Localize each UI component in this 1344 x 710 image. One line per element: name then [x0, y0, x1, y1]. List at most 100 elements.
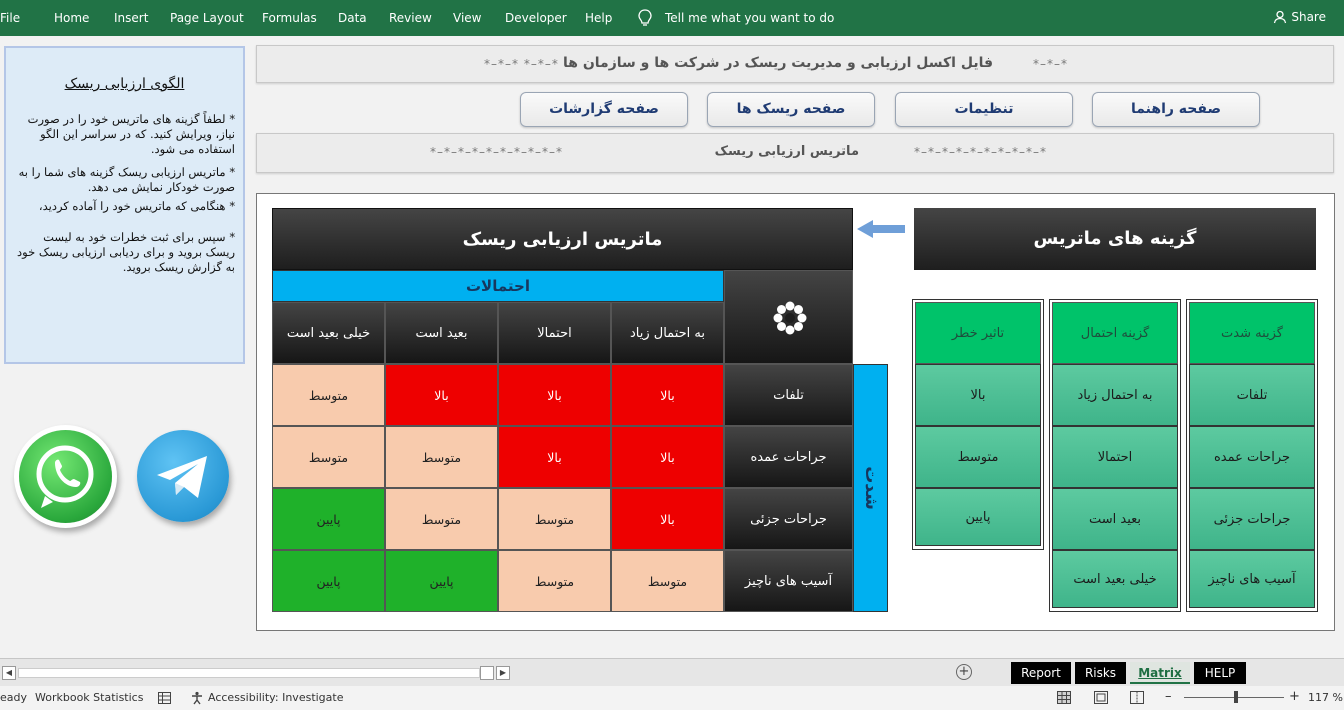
info-bullet: *: [229, 231, 236, 244]
matrix-cell[interactable]: متوسط: [498, 488, 611, 550]
tab-developer[interactable]: Developer: [505, 11, 567, 25]
matrix-cell[interactable]: متوسط: [385, 488, 498, 550]
workbook-statistics[interactable]: Workbook Statistics: [35, 691, 143, 704]
reports-page-button[interactable]: صفحه گزارشات: [520, 92, 688, 127]
impact-options-column: تاثیر خطر بالا متوسط پایین: [912, 299, 1044, 550]
severity-header: جراحات عمده: [724, 426, 853, 488]
option-cell[interactable]: بالا: [915, 364, 1041, 426]
settings-button[interactable]: تنظیمات: [895, 92, 1073, 127]
info-bullet: *: [229, 200, 236, 213]
banner-decoration: *–*–* *–*–*: [484, 57, 559, 71]
matrix-cell[interactable]: متوسط: [611, 550, 724, 612]
ribbon: File Home Insert Page Layout Formulas Da…: [0, 0, 1344, 36]
paper-plane-icon: [157, 456, 207, 498]
severity-band: شدت: [853, 364, 888, 612]
matrix-cell[interactable]: بالا: [611, 364, 724, 426]
matrix-cell[interactable]: متوسط: [272, 426, 385, 488]
info-bullet: *: [229, 166, 236, 179]
flower-icon: [773, 301, 807, 335]
severity-header: آسیب های ناچیز: [724, 550, 853, 612]
sheet-tab-help[interactable]: HELP: [1194, 662, 1246, 684]
matrix-cell[interactable]: بالا: [385, 364, 498, 426]
matrix-cell[interactable]: پایین: [272, 550, 385, 612]
telegram-icon[interactable]: [137, 430, 229, 522]
zoom-out-button[interactable]: –: [1165, 689, 1172, 704]
matrix-title: ماتریس ارزیابی ریسک: [272, 208, 853, 270]
zoom-level[interactable]: 117 %: [1308, 691, 1343, 704]
whatsapp-icon[interactable]: [19, 430, 112, 523]
probabilities-label: احتمالات: [272, 270, 724, 302]
person-icon: [1274, 10, 1287, 24]
section-banner: *–*–*–*–*–*–*–*–*–* ماتریس ارزیابی ریسک …: [256, 133, 1334, 173]
page-break-icon[interactable]: [1130, 691, 1144, 704]
tab-view[interactable]: View: [453, 11, 481, 25]
option-cell[interactable]: بعید است: [1052, 488, 1178, 550]
page-title: فایل اکسل ارزیابی و مدیریت ریسک در شرکت …: [563, 55, 993, 71]
scroll-thumb[interactable]: [480, 666, 494, 680]
zoom-in-button[interactable]: +: [1289, 689, 1300, 704]
tab-formulas[interactable]: Formulas: [262, 11, 317, 25]
prob-header: به احتمال زیاد: [611, 302, 724, 364]
tab-file[interactable]: File: [0, 11, 20, 25]
info-title: الگوی ارزیابی ریسک: [64, 76, 185, 92]
statistics-icon[interactable]: [158, 692, 171, 704]
page-layout-icon[interactable]: [1094, 691, 1108, 704]
matrix-cell[interactable]: بالا: [611, 488, 724, 550]
info-line: *سپس برای ثبت خطرات خود به لیست ریسک برو…: [14, 230, 235, 275]
share-label: Share: [1291, 10, 1326, 24]
info-text: سپس برای ثبت خطرات خود به لیست ریسک بروی…: [17, 230, 235, 274]
info-text: هنگامی که ماتریس خود را آماده کردید،: [38, 199, 226, 213]
option-cell[interactable]: آسیب های ناچیز: [1189, 550, 1315, 608]
horizontal-scrollbar[interactable]: [18, 668, 480, 678]
matrix-cell[interactable]: متوسط: [385, 426, 498, 488]
option-cell[interactable]: جراحات جزئی: [1189, 488, 1315, 550]
matrix-cell[interactable]: پایین: [385, 550, 498, 612]
tab-insert[interactable]: Insert: [114, 11, 148, 25]
tab-help[interactable]: Help: [585, 11, 612, 25]
severity-options-column: گزینه شدت تلفات جراحات عمده جراحات جزئی …: [1186, 299, 1318, 612]
options-title: گزینه های ماتریس: [914, 208, 1316, 270]
sheet-tab-matrix[interactable]: Matrix: [1130, 662, 1190, 684]
sheet-tab-report[interactable]: Report: [1011, 662, 1071, 684]
matrix-cell[interactable]: بالا: [611, 426, 724, 488]
option-cell[interactable]: تلفات: [1189, 364, 1315, 426]
option-cell[interactable]: جراحات عمده: [1189, 426, 1315, 488]
scroll-left-button[interactable]: ◀: [2, 666, 16, 680]
option-cell[interactable]: به احتمال زیاد: [1052, 364, 1178, 426]
info-panel: الگوی ارزیابی ریسک *لطفاً گزینه های ماتر…: [4, 46, 245, 364]
info-line: *ماتریس ارزیابی ریسک گزینه های شما را به…: [14, 165, 235, 195]
probability-options-column: گزینه احتمال به احتمال زیاد احتمالا بعید…: [1049, 299, 1181, 612]
info-bullet: *: [229, 113, 236, 126]
accessibility-icon[interactable]: [190, 691, 204, 705]
matrix-cell[interactable]: متوسط: [272, 364, 385, 426]
tell-me-search[interactable]: Tell me what you want to do: [665, 11, 834, 25]
matrix-cell[interactable]: متوسط: [498, 550, 611, 612]
matrix-cell[interactable]: پایین: [272, 488, 385, 550]
zoom-slider-thumb[interactable]: [1234, 691, 1238, 703]
tab-review[interactable]: Review: [389, 11, 432, 25]
matrix-cell[interactable]: بالا: [498, 426, 611, 488]
status-bar: eady Workbook Statistics Accessibility: …: [0, 686, 1344, 710]
option-cell[interactable]: پایین: [915, 488, 1041, 546]
normal-view-icon[interactable]: [1057, 691, 1071, 704]
lightbulb-icon: [638, 9, 652, 26]
option-cell[interactable]: احتمالا: [1052, 426, 1178, 488]
sheet-tab-risks[interactable]: Risks: [1075, 662, 1126, 684]
section-title: ماتریس ارزیابی ریسک: [714, 144, 859, 159]
info-text: ماتریس ارزیابی ریسک گزینه های شما را به …: [18, 165, 235, 194]
option-cell[interactable]: خیلی بعید است: [1052, 550, 1178, 608]
option-header: گزینه شدت: [1189, 302, 1315, 364]
info-line: *لطفاً گزینه های ماتریس خود را در صورت ن…: [14, 112, 235, 157]
share-button[interactable]: Share: [1273, 10, 1326, 24]
option-cell[interactable]: متوسط: [915, 426, 1041, 488]
risks-page-button[interactable]: صفحه ریسک ها: [707, 92, 875, 127]
tab-data[interactable]: Data: [338, 11, 367, 25]
guide-page-button[interactable]: صفحه راهنما: [1092, 92, 1260, 127]
tab-home[interactable]: Home: [54, 11, 89, 25]
arrow-left-icon: [857, 220, 905, 238]
matrix-cell[interactable]: بالا: [498, 364, 611, 426]
accessibility-status[interactable]: Accessibility: Investigate: [208, 691, 344, 704]
scroll-right-button[interactable]: ▶: [496, 666, 510, 680]
tab-page-layout[interactable]: Page Layout: [170, 11, 244, 25]
add-sheet-button[interactable]: +: [956, 664, 972, 680]
